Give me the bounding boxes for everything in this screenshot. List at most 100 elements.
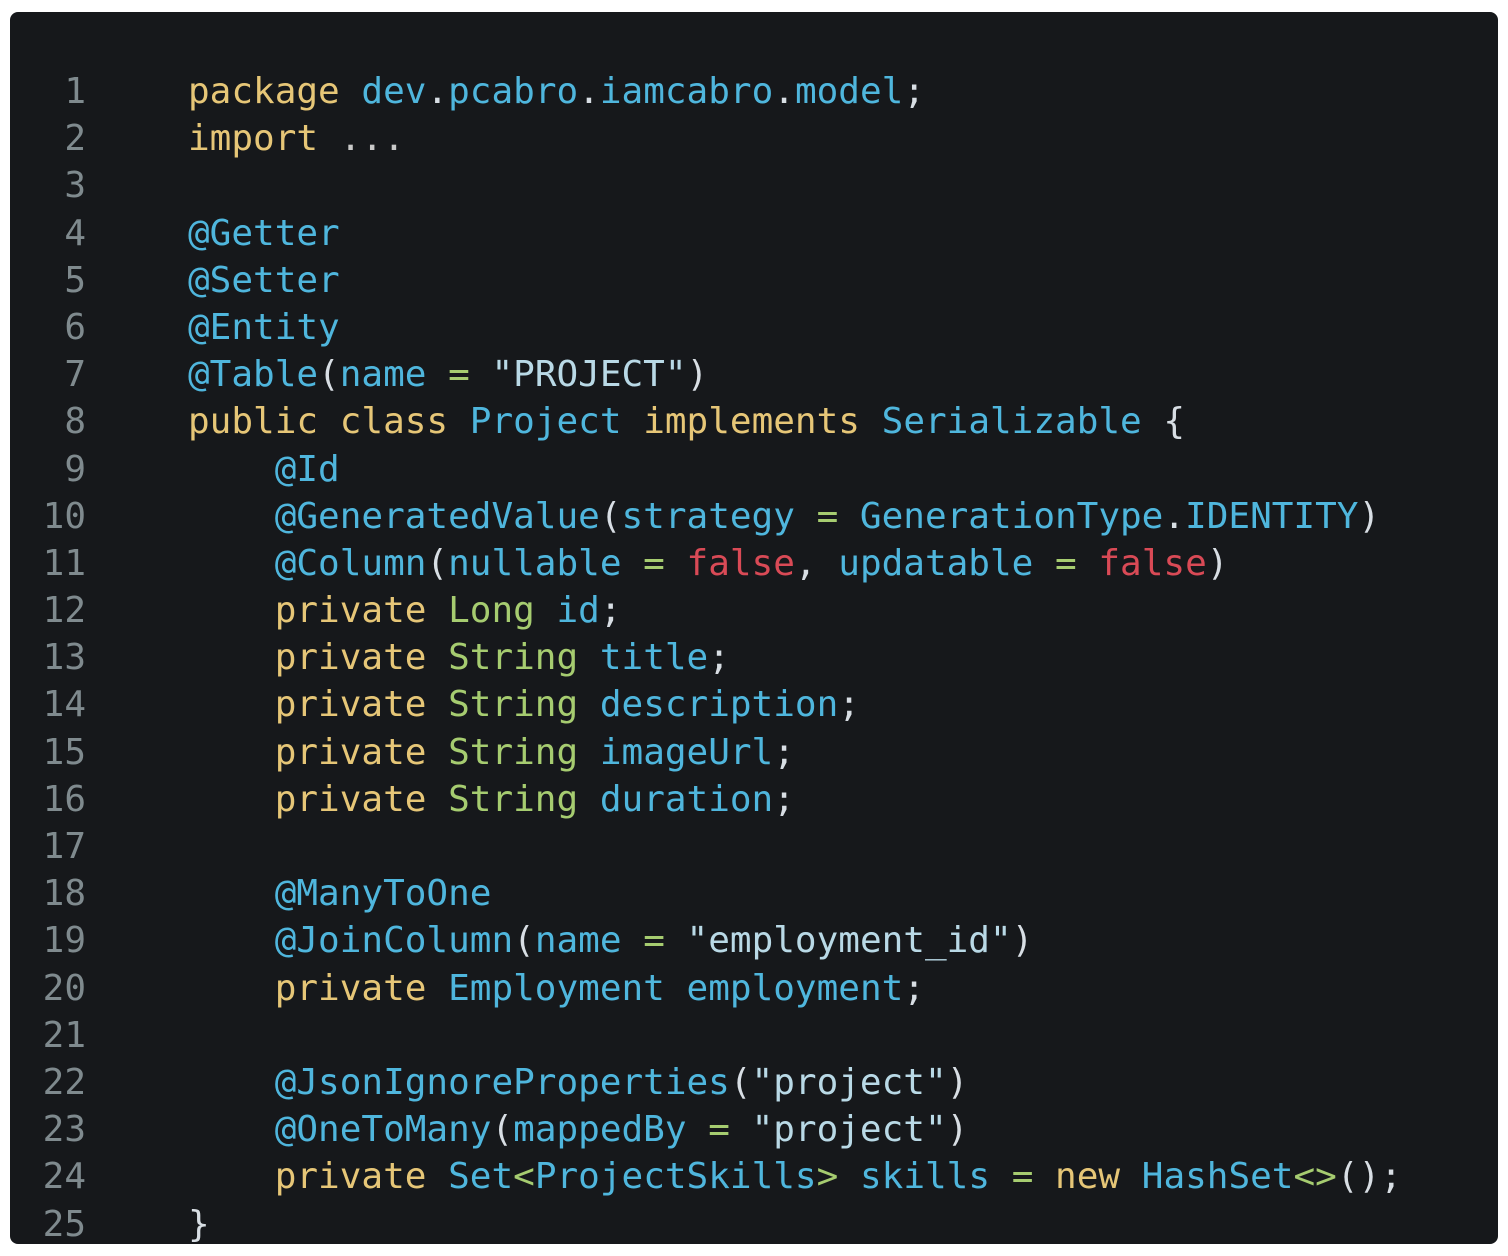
code-token: import: [188, 118, 319, 160]
code-token: @Column: [274, 542, 427, 584]
code-line[interactable]: 2 import ...: [10, 115, 1498, 162]
code-token: @Entity: [188, 306, 340, 348]
code-token: updatable: [838, 542, 1034, 584]
code-line[interactable]: 5 @Setter: [10, 257, 1498, 304]
code-token: ): [1011, 920, 1034, 962]
code-line[interactable]: 21: [10, 1012, 1498, 1059]
code-line[interactable]: 16 private String duration;: [10, 776, 1498, 823]
code-line[interactable]: 18 @ManyToOne: [10, 870, 1498, 917]
code-token: ();: [1336, 1156, 1402, 1198]
code-token: String: [448, 731, 579, 773]
code-token: GenerationType: [859, 495, 1164, 537]
line-source: private Employment employment;: [188, 965, 925, 1012]
line-source: @Table(name = "PROJECT"): [188, 351, 708, 398]
line-source: private Set<ProjectSkills> skills = new …: [188, 1153, 1402, 1200]
code-line[interactable]: 14 private String description;: [10, 681, 1498, 728]
code-token: .: [1163, 495, 1186, 537]
code-area[interactable]: 1 package dev.pcabro.iamcabro.model; 2 impo…: [10, 68, 1498, 1248]
code-token: Long: [448, 590, 535, 632]
code-line[interactable]: 1 package dev.pcabro.iamcabro.model;: [10, 68, 1498, 115]
line-number: 2: [64, 118, 86, 160]
code-editor[interactable]: 1 package dev.pcabro.iamcabro.model; 2 impo…: [10, 12, 1498, 1245]
code-token: skills: [859, 1156, 991, 1198]
line-number: 4: [64, 212, 86, 254]
line-source: @Setter: [188, 257, 340, 304]
code-token: "PROJECT": [491, 354, 687, 396]
code-line[interactable]: 4 @Getter: [10, 210, 1498, 257]
line-source: package dev.pcabro.iamcabro.model;: [188, 68, 925, 115]
code-token: description: [599, 684, 839, 726]
line-source: import ...: [188, 115, 405, 162]
code-token: .: [426, 71, 449, 112]
code-line[interactable]: 20 private Employment employment;: [10, 965, 1498, 1012]
code-line[interactable]: 25}: [10, 1201, 1498, 1248]
code-token: private: [274, 637, 427, 679]
line-number: 17: [42, 826, 86, 867]
code-token: (: [513, 920, 535, 962]
code-token: mappedBy: [513, 1109, 687, 1151]
code-line[interactable]: 15 private String imageUrl;: [10, 729, 1498, 776]
line-source: @JoinColumn(name = "employment_id"): [188, 917, 1034, 964]
code-token: name: [339, 354, 427, 396]
line-source: @Getter: [188, 210, 340, 257]
code-line[interactable]: 3: [10, 162, 1498, 209]
code-token: @JsonIgnoreProperties: [274, 1061, 730, 1103]
code-token: @GeneratedValue: [274, 495, 600, 537]
code-token: title: [599, 637, 709, 679]
code-line[interactable]: 8 public class Project implements Seriali…: [10, 398, 1498, 445]
line-source: @Id: [188, 446, 340, 493]
code-token: =: [1033, 542, 1099, 584]
code-token: String: [448, 684, 579, 726]
code-token: ;: [599, 590, 622, 632]
code-line[interactable]: 17: [10, 823, 1498, 870]
code-token: {: [1141, 401, 1186, 443]
code-line[interactable]: 23 @OneToMany(mappedBy = "project"): [10, 1106, 1498, 1153]
code-token: ...: [318, 118, 405, 160]
code-line[interactable]: 13 private String title;: [10, 634, 1498, 681]
line-source: public class Project implements Serializ…: [188, 398, 1185, 445]
code-token: ProjectSkills: [534, 1156, 817, 1198]
line-number: 20: [42, 967, 86, 1009]
line-source: @OneToMany(mappedBy = "project"): [188, 1106, 969, 1153]
code-token: String: [448, 637, 579, 679]
code-token: private: [274, 731, 427, 773]
code-line[interactable]: 12 private Long id;: [10, 587, 1498, 634]
code-token: public: [188, 401, 319, 443]
code-token: strategy: [621, 495, 795, 537]
code-token: private: [274, 967, 427, 1009]
code-token: @Setter: [188, 259, 340, 301]
code-line[interactable]: 7 @Table(name = "PROJECT"): [10, 351, 1498, 398]
code-token: =: [794, 495, 860, 537]
code-token: (: [729, 1061, 752, 1103]
code-line[interactable]: 19 @JoinColumn(name = "employment_id"): [10, 917, 1498, 964]
code-token: false: [1098, 542, 1207, 584]
code-line[interactable]: 6 @Entity: [10, 304, 1498, 351]
code-token: "project": [751, 1109, 947, 1151]
code-line[interactable]: 10 @GeneratedValue(strategy = Generation…: [10, 493, 1498, 540]
code-token: =: [621, 542, 687, 584]
code-token: false: [686, 542, 795, 584]
code-token: =: [426, 354, 492, 396]
code-token: name: [534, 920, 622, 962]
code-token: <: [513, 1156, 535, 1198]
code-line[interactable]: 9 @Id: [10, 446, 1498, 493]
code-line[interactable]: 11 @Column(nullable = false, updatable =…: [10, 540, 1498, 587]
line-number: 25: [42, 1203, 86, 1245]
line-source: private String imageUrl;: [188, 729, 795, 776]
code-token: IDENTITY: [1185, 495, 1359, 537]
code-token: private: [274, 684, 427, 726]
code-line[interactable]: 24 private Set<ProjectSkills> skills = n…: [10, 1153, 1498, 1200]
code-line[interactable]: 22 @JsonIgnoreProperties("project"): [10, 1059, 1498, 1106]
code-token: iamcabro: [599, 71, 774, 112]
